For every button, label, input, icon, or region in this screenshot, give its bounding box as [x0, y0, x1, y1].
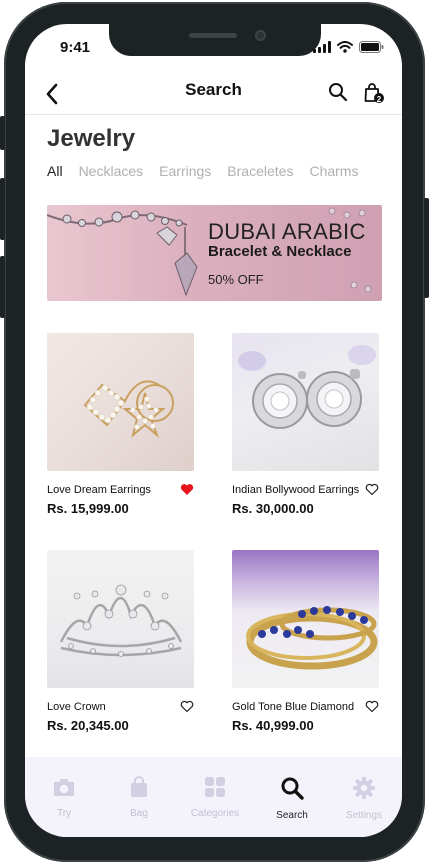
necklace-image [47, 210, 198, 297]
bag-button[interactable]: 2 [363, 82, 385, 104]
tab-all[interactable]: All [47, 163, 63, 179]
bag-count-badge: 2 [376, 95, 382, 104]
product-name[interactable]: Indian Bollywood Earrings [232, 484, 359, 496]
product-image[interactable] [47, 550, 194, 688]
product-name[interactable]: Gold Tone Blue Diamond [232, 701, 354, 713]
heart-outline-icon[interactable] [180, 700, 194, 713]
front-camera [255, 30, 266, 41]
sapphire-rings-illustration [246, 606, 378, 670]
volume-down-button [0, 256, 5, 318]
product-card[interactable]: Love Dream Earrings Rs. 15,999.00 [47, 333, 194, 516]
product-name[interactable]: Love Dream Earrings [47, 484, 151, 496]
signal-icon [313, 41, 331, 53]
product-card[interactable]: Love Crown Rs. 20,345.00 [47, 550, 194, 733]
product-price: Rs. 40,999.00 [232, 718, 314, 733]
gear-icon [353, 777, 375, 799]
nav-settings[interactable]: Settings [331, 776, 397, 821]
heart-outline-icon[interactable] [365, 483, 379, 496]
bag-icon [131, 776, 147, 797]
nav-bag[interactable]: Bag [106, 776, 172, 819]
nav-try[interactable]: Try [31, 776, 97, 819]
pearl-earrings-illustration [83, 380, 174, 439]
product-image[interactable] [47, 333, 194, 471]
heart-filled-icon[interactable] [180, 483, 194, 496]
battery-icon [359, 41, 384, 53]
product-price: Rs. 15,999.00 [47, 501, 129, 516]
banner-headline: DUBAI ARABIC [208, 219, 366, 244]
bottom-nav-bar: Try Bag Categories Search Settings [25, 757, 402, 837]
product-price: Rs. 30,000.00 [232, 501, 314, 516]
wifi-icon [337, 41, 353, 53]
volume-up-button [0, 178, 5, 240]
nav-label: Try [56, 808, 72, 819]
camera-icon [54, 779, 74, 796]
tab-braceletes[interactable]: Braceletes [227, 163, 293, 179]
nav-search[interactable]: Search [259, 776, 325, 821]
heart-outline-icon[interactable] [365, 700, 379, 713]
speaker [189, 33, 237, 38]
banner-subheadline: Bracelet & Necklace [208, 243, 352, 260]
status-time: 9:41 [60, 39, 91, 56]
app-header: Search 2 [25, 78, 402, 115]
tab-charms[interactable]: Charms [309, 163, 358, 179]
nav-label: Settings [345, 810, 383, 821]
search-icon[interactable] [328, 82, 348, 102]
product-card[interactable]: Gold Tone Blue Diamond Rs. 40,999.00 [232, 550, 379, 733]
mute-switch [0, 116, 5, 150]
promo-banner[interactable]: DUBAI ARABIC Bracelet & Necklace 50% OFF [47, 205, 382, 301]
status-icons [313, 41, 384, 53]
product-card[interactable]: Indian Bollywood Earrings Rs. 30,000.00 [232, 333, 379, 516]
crown-illustration [59, 584, 183, 657]
product-name[interactable]: Love Crown [47, 701, 106, 713]
nav-label: Search [276, 810, 308, 821]
tab-earrings[interactable]: Earrings [159, 163, 211, 179]
product-image[interactable] [232, 333, 379, 471]
nav-label: Categories [190, 808, 240, 819]
tab-necklaces[interactable]: Necklaces [79, 163, 144, 179]
product-image[interactable] [232, 550, 379, 688]
search-icon [281, 777, 304, 800]
notch [109, 24, 321, 56]
category-title: Jewelry [47, 125, 136, 152]
banner-discount: 50% OFF [208, 272, 264, 287]
power-button [424, 198, 429, 298]
grid-icon [205, 777, 225, 797]
nav-categories[interactable]: Categories [182, 776, 248, 819]
nav-label: Bag [130, 808, 148, 819]
screen: 9:41 Search 2 Jewelry All Necklaces Earr… [25, 24, 402, 837]
category-tabs: All Necklaces Earrings Braceletes Charms [47, 163, 374, 179]
diamond-earrings-illustration [238, 345, 376, 429]
product-price: Rs. 20,345.00 [47, 718, 129, 733]
